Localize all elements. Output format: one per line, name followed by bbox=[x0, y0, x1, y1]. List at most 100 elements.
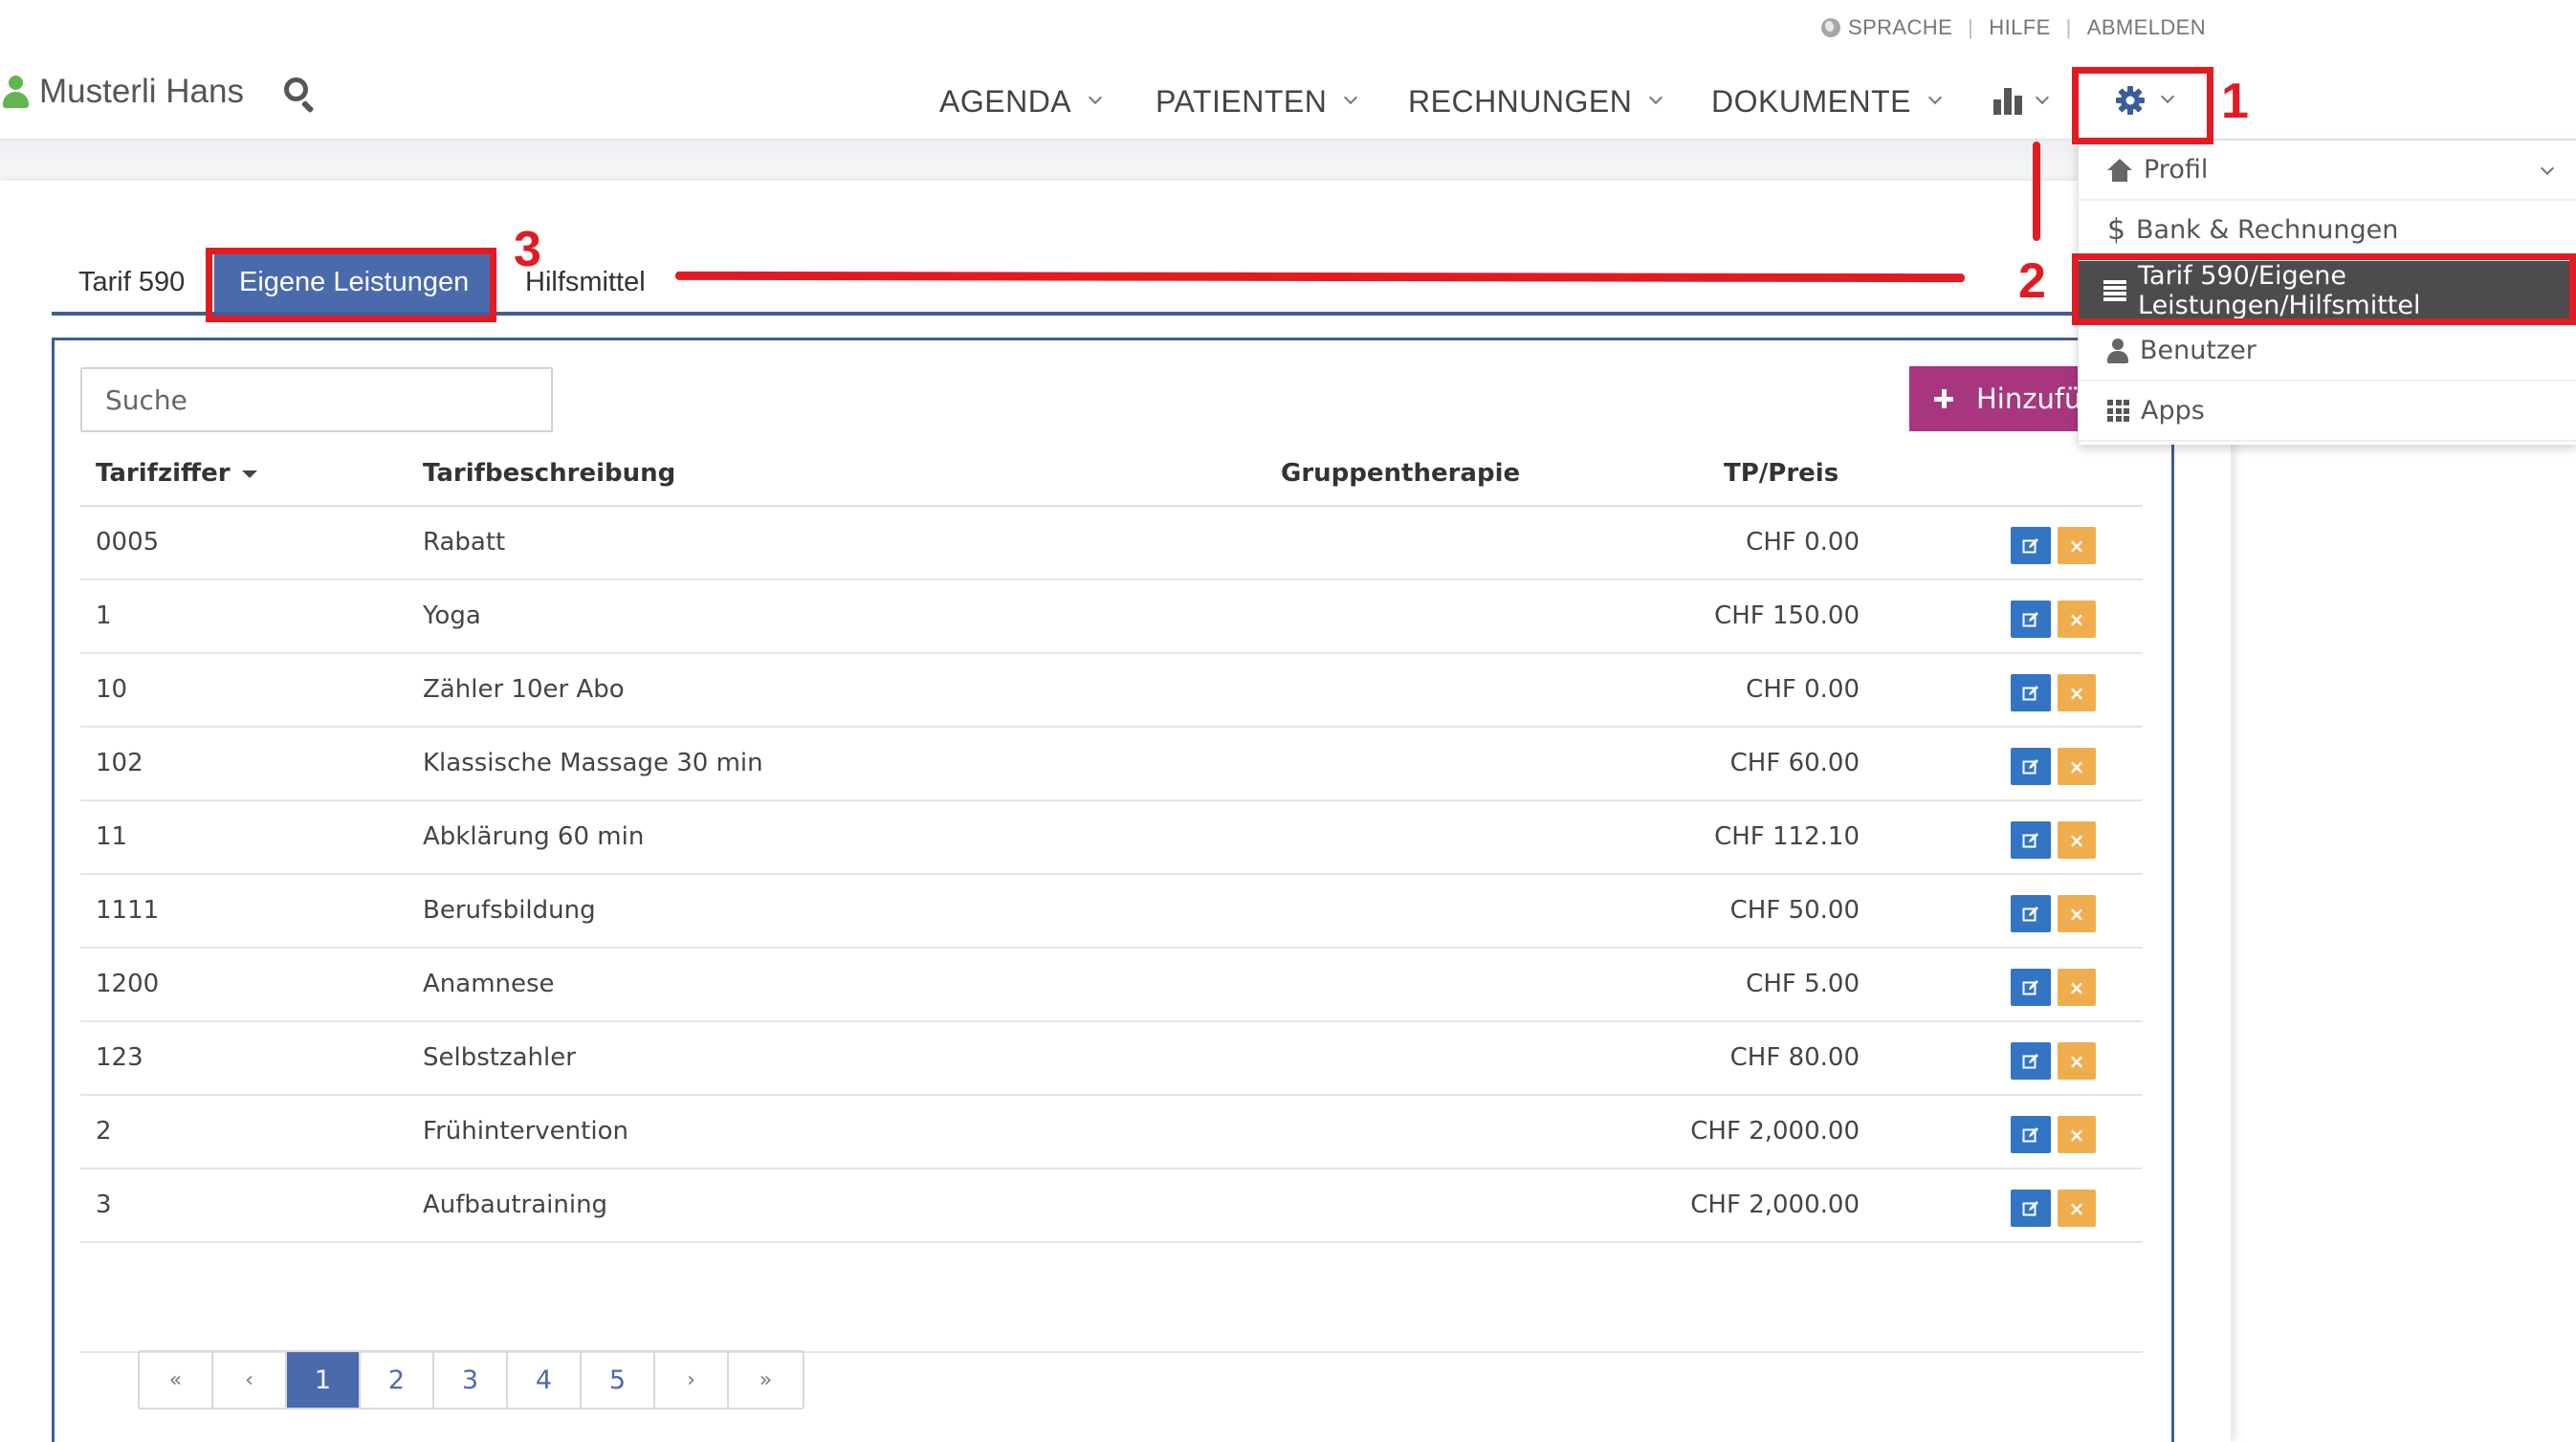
page-3[interactable]: 3 bbox=[434, 1352, 508, 1408]
cell-code: 11 bbox=[96, 822, 128, 851]
tab-hilfsmittel[interactable]: Hilfsmittel bbox=[525, 252, 646, 312]
chevron-down-icon bbox=[1344, 90, 1358, 105]
cell-description: Klassische Massage 30 min bbox=[423, 749, 763, 777]
page-1[interactable]: 1 bbox=[287, 1352, 361, 1408]
search-icon[interactable] bbox=[282, 76, 317, 114]
nav-statistics[interactable] bbox=[1993, 80, 2050, 122]
pagination: « ‹ 1 2 3 4 5 › » bbox=[138, 1350, 804, 1409]
row-actions: × bbox=[2011, 527, 2096, 564]
cell-price: CHF 0.00 bbox=[1746, 675, 1860, 704]
row-actions: × bbox=[2011, 1042, 2096, 1080]
page-last[interactable]: » bbox=[729, 1352, 803, 1408]
page-4[interactable]: 4 bbox=[508, 1352, 582, 1408]
cell-code: 10 bbox=[96, 675, 128, 704]
row-actions: × bbox=[2011, 821, 2096, 859]
menu-item-bank[interactable]: $ Bank & Rechnungen bbox=[2079, 201, 2576, 261]
nav-rechnungen[interactable]: RECHNUNGEN bbox=[1408, 80, 1663, 122]
row-actions: × bbox=[2011, 674, 2096, 711]
close-icon: × bbox=[2068, 1196, 2085, 1220]
edit-button[interactable] bbox=[2011, 674, 2051, 711]
nav-patienten[interactable]: PATIENTEN bbox=[1156, 80, 1358, 122]
column-header-code[interactable]: Tarifziffer bbox=[96, 459, 257, 488]
edit-button[interactable] bbox=[2011, 895, 2051, 932]
delete-button[interactable]: × bbox=[2058, 748, 2096, 785]
cell-code: 1200 bbox=[96, 970, 160, 998]
chevron-down-icon bbox=[1089, 90, 1103, 105]
cell-price: CHF 80.00 bbox=[1729, 1043, 1860, 1072]
cell-description: Aufbautraining bbox=[423, 1191, 608, 1219]
cell-price: CHF 150.00 bbox=[1714, 601, 1860, 630]
tab-tarif-590[interactable]: Tarif 590 bbox=[78, 252, 185, 312]
column-header-description: Tarifbeschreibung bbox=[423, 459, 676, 488]
close-icon: × bbox=[2068, 975, 2085, 999]
logout-link[interactable]: ABMELDEN bbox=[2087, 15, 2206, 40]
close-icon: × bbox=[2068, 607, 2085, 631]
edit-button[interactable] bbox=[2011, 1116, 2051, 1153]
close-icon: × bbox=[2068, 754, 2085, 778]
menu-item-apps[interactable]: Apps bbox=[2079, 382, 2576, 442]
language-link[interactable]: SPRACHE bbox=[1821, 15, 1952, 40]
delete-button[interactable]: × bbox=[2058, 895, 2096, 932]
edit-icon bbox=[2022, 1053, 2038, 1068]
cell-description: Berufsbildung bbox=[423, 896, 596, 925]
delete-button[interactable]: × bbox=[2058, 1116, 2096, 1153]
delete-button[interactable]: × bbox=[2058, 674, 2096, 711]
page-prev[interactable]: ‹ bbox=[213, 1352, 287, 1408]
cell-price: CHF 2,000.00 bbox=[1690, 1191, 1860, 1219]
edit-button[interactable] bbox=[2011, 748, 2051, 785]
edit-icon bbox=[2022, 832, 2038, 847]
user-icon bbox=[2, 76, 29, 108]
cell-price: CHF 50.00 bbox=[1729, 896, 1860, 925]
table-row: 1 Yoga CHF 150.00 × bbox=[80, 580, 2143, 654]
column-code-label: Tarifziffer bbox=[96, 459, 231, 488]
page-next[interactable]: › bbox=[655, 1352, 729, 1408]
edit-icon bbox=[2022, 1200, 2038, 1215]
person-icon bbox=[2107, 338, 2128, 363]
bar-chart-icon bbox=[1993, 88, 2022, 115]
delete-button[interactable]: × bbox=[2058, 1042, 2096, 1080]
nav-agenda[interactable]: AGENDA bbox=[939, 80, 1103, 122]
edit-button[interactable] bbox=[2011, 821, 2051, 859]
cell-code: 0005 bbox=[96, 528, 160, 557]
column-header-group: Gruppentherapie bbox=[1281, 459, 1521, 488]
menu-item-benutzer[interactable]: Benutzer bbox=[2079, 321, 2576, 382]
utility-links: SPRACHE | HILFE | ABMELDEN bbox=[1821, 14, 2206, 41]
page-5[interactable]: 5 bbox=[582, 1352, 655, 1408]
page-2[interactable]: 2 bbox=[361, 1352, 434, 1408]
cell-code: 1111 bbox=[96, 896, 160, 925]
menu-item-label: Apps bbox=[2141, 396, 2205, 426]
cell-code: 102 bbox=[96, 749, 143, 777]
annotation-step-3: 3 bbox=[514, 222, 541, 277]
edit-button[interactable] bbox=[2011, 527, 2051, 564]
edit-button[interactable] bbox=[2011, 969, 2051, 1006]
delete-button[interactable]: × bbox=[2058, 1190, 2096, 1227]
help-link[interactable]: HILFE bbox=[1989, 15, 2050, 40]
page-first[interactable]: « bbox=[140, 1352, 213, 1408]
edit-icon bbox=[2022, 1126, 2038, 1142]
divider: | bbox=[1968, 15, 1974, 39]
delete-button[interactable]: × bbox=[2058, 601, 2096, 638]
grid-icon bbox=[2107, 400, 2129, 422]
edit-button[interactable] bbox=[2011, 1042, 2051, 1080]
table-row: 1111 Berufsbildung CHF 50.00 × bbox=[80, 875, 2143, 949]
menu-item-profil[interactable]: Profil bbox=[2079, 141, 2576, 201]
edit-icon bbox=[2022, 979, 2038, 994]
divider: | bbox=[2065, 15, 2072, 39]
sort-caret-icon bbox=[241, 470, 257, 478]
cell-description: Zähler 10er Abo bbox=[423, 675, 625, 704]
table-footer bbox=[80, 1243, 2143, 1353]
user-menu[interactable]: Musterli Hans bbox=[2, 71, 244, 113]
edit-button[interactable] bbox=[2011, 1190, 2051, 1227]
edit-icon bbox=[2022, 611, 2038, 626]
edit-button[interactable] bbox=[2011, 601, 2051, 638]
cell-description: Rabatt bbox=[423, 528, 506, 557]
delete-button[interactable]: × bbox=[2058, 821, 2096, 859]
close-icon: × bbox=[2068, 534, 2085, 557]
search-input[interactable] bbox=[80, 367, 553, 432]
nav-dokumente[interactable]: DOKUMENTE bbox=[1711, 80, 1943, 122]
delete-button[interactable]: × bbox=[2058, 969, 2096, 1006]
delete-button[interactable]: × bbox=[2058, 527, 2096, 564]
table-row: 10 Zähler 10er Abo CHF 0.00 × bbox=[80, 654, 2143, 728]
annotation-step-2: 2 bbox=[2018, 253, 2046, 309]
menu-item-label: Profil bbox=[2144, 155, 2209, 185]
